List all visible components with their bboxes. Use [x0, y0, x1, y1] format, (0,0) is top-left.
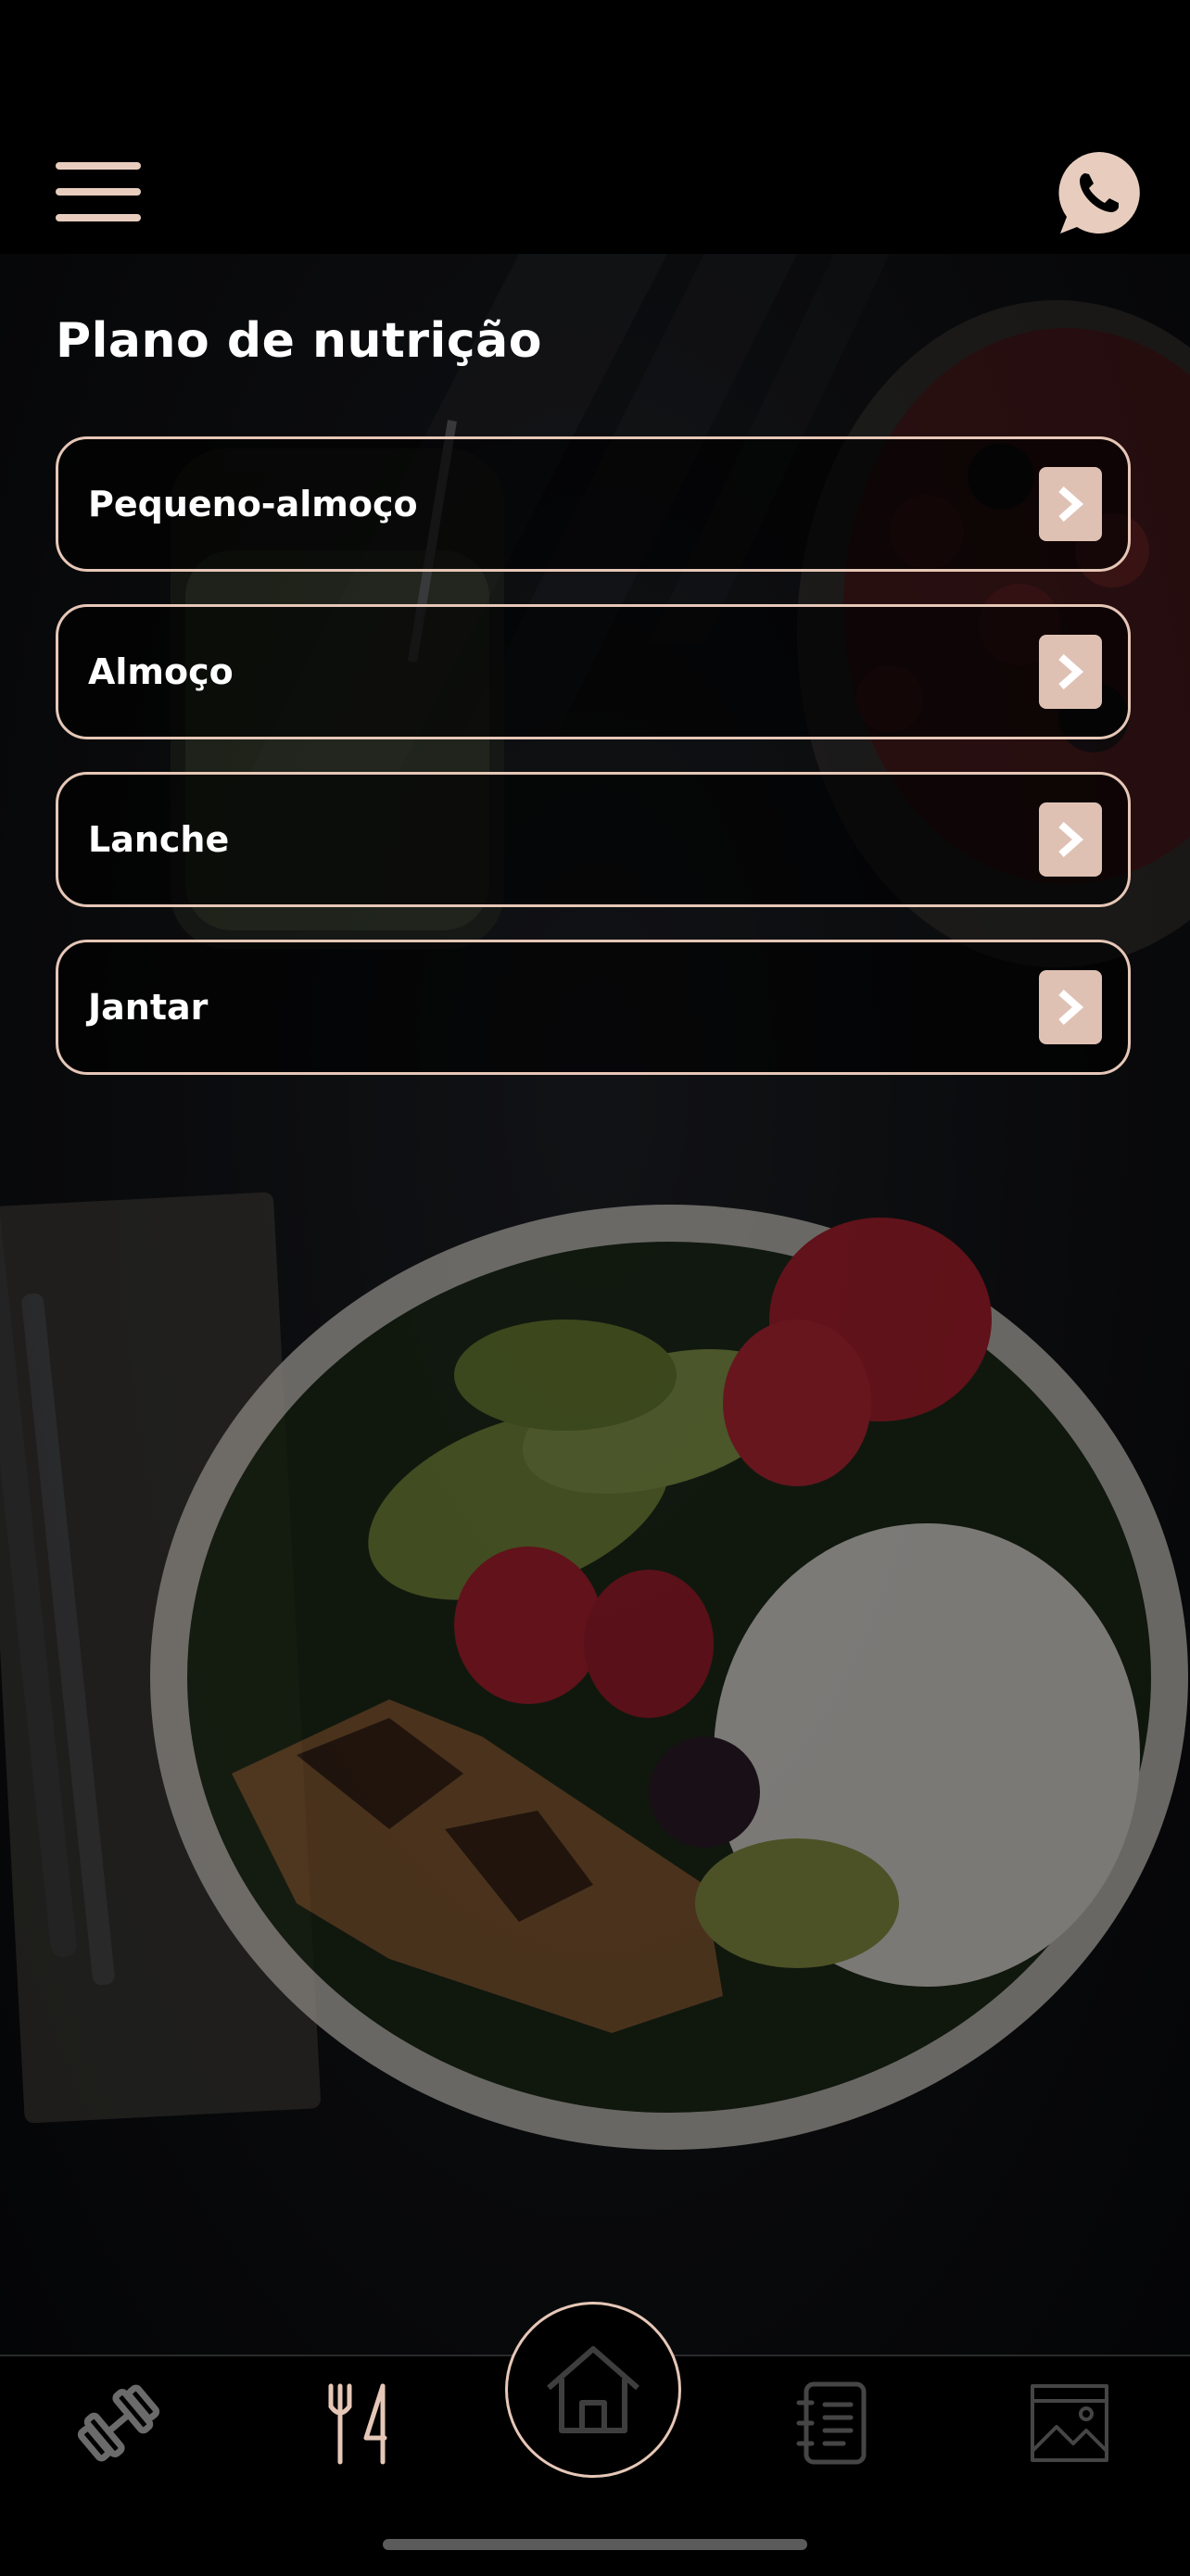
- chevron-right-icon: [1039, 467, 1102, 541]
- meal-label: Lanche: [88, 819, 230, 860]
- tab-gallery[interactable]: [1014, 2372, 1125, 2474]
- fork-knife-icon: [328, 2383, 387, 2465]
- gallery-image-icon: [1031, 2384, 1108, 2462]
- meal-label: Almoço: [88, 651, 234, 692]
- chevron-right-icon: [1039, 635, 1102, 709]
- notebook-icon: [796, 2381, 867, 2465]
- home-icon: [547, 2346, 639, 2433]
- tab-notes[interactable]: [777, 2372, 888, 2474]
- meal-label: Pequeno-almoço: [88, 484, 418, 524]
- status-bar: [0, 0, 1190, 139]
- meal-item-pequeno-almoco[interactable]: Pequeno-almoço: [56, 436, 1131, 572]
- tab-nutrition[interactable]: [301, 2372, 412, 2474]
- home-button[interactable]: [505, 2302, 681, 2478]
- chevron-right-icon: [1039, 970, 1102, 1044]
- app-header: [0, 139, 1190, 254]
- meal-item-almoco[interactable]: Almoço: [56, 604, 1131, 739]
- meal-item-lanche[interactable]: Lanche: [56, 772, 1131, 907]
- whatsapp-button[interactable]: [1055, 148, 1144, 237]
- hamburger-menu-icon: [56, 162, 141, 170]
- dumbbell-icon: [77, 2384, 160, 2462]
- meal-label: Jantar: [88, 987, 209, 1028]
- tab-workout[interactable]: [63, 2372, 174, 2474]
- chevron-right-icon: [1039, 802, 1102, 877]
- page-title: Plano de nutrição: [56, 313, 542, 369]
- whatsapp-phone-icon: [1058, 152, 1140, 234]
- home-indicator: [383, 2539, 807, 2550]
- meal-item-jantar[interactable]: Jantar: [56, 940, 1131, 1075]
- menu-button[interactable]: [56, 162, 141, 221]
